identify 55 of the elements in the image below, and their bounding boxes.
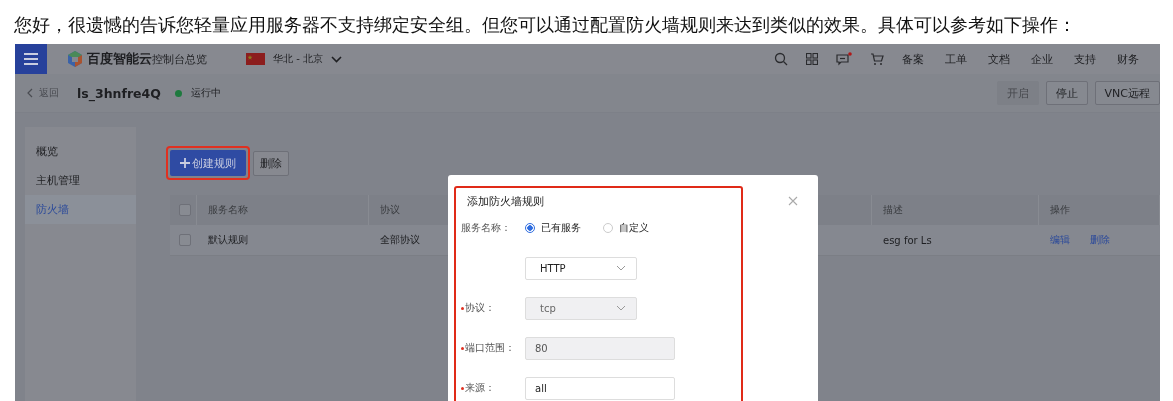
chevron-left-icon (27, 88, 33, 98)
chevron-down-icon (330, 55, 342, 63)
field-label: 服务名称： (461, 221, 511, 235)
message-icon[interactable] (836, 52, 852, 66)
checkbox[interactable] (179, 234, 191, 246)
intro-text: 您好，很遗憾的告诉您轻量应用服务器不支持绑定安全组。但您可以通过配置防火墙规则来达到类似的效果。具体可以参考如下操作： (13, 14, 1077, 37)
sidebar-item[interactable]: 防火墙 (25, 195, 136, 224)
console-link[interactable]: 控制台总览 (152, 51, 207, 67)
menu-icon (23, 52, 39, 66)
sidebar-item[interactable]: 概览 (25, 137, 136, 166)
field-label: 协议： (465, 301, 495, 315)
row-action-link[interactable]: 删除 (1090, 233, 1110, 247)
row-action-link[interactable]: 编辑 (1050, 233, 1070, 247)
action-button[interactable]: VNC远程 (1094, 81, 1160, 105)
column-header: 协议 (380, 203, 400, 217)
column-header: 服务名称 (208, 203, 248, 217)
chevron-down-icon (616, 305, 626, 311)
action-button[interactable]: 停止 (1045, 81, 1088, 105)
radio-option[interactable]: 已有服务 (525, 221, 581, 235)
search-icon[interactable] (774, 52, 788, 66)
table-cell: esg for Ls (883, 234, 932, 246)
checkbox[interactable] (179, 204, 191, 216)
nav-link[interactable]: 工单 (945, 51, 967, 67)
status-text: 运行中 (190, 86, 221, 100)
flag-icon (246, 53, 265, 65)
radio-button[interactable] (525, 223, 535, 233)
plus-icon (180, 158, 190, 168)
column-header: 描述 (883, 203, 903, 217)
dialog-title: 添加防火墙规则 (467, 193, 544, 209)
region-dropdown[interactable]: 华北 - 北京 (273, 52, 342, 66)
field-label: 端口范围： (465, 341, 515, 355)
create-rule-button[interactable]: 创建规则 (170, 150, 246, 176)
nav-link[interactable]: 财务 (1117, 51, 1139, 67)
sidebar-item[interactable]: 主机管理 (25, 166, 136, 195)
column-header: 操作 (1050, 203, 1070, 217)
nav-link[interactable]: 备案 (902, 51, 924, 67)
cart-icon[interactable] (870, 52, 884, 66)
instance-name: ls_3hnfre4Q (77, 85, 161, 101)
select-field[interactable]: HTTP (525, 256, 637, 280)
nav-link[interactable]: 企业 (1031, 51, 1053, 67)
table-cell: 全部协议 (380, 233, 420, 247)
delete-button[interactable]: 删除 (253, 150, 289, 176)
menu-button[interactable] (15, 44, 47, 74)
grid-icon[interactable] (806, 53, 818, 65)
brand-name: 百度智能云 (87, 50, 152, 68)
chevron-down-icon (616, 265, 626, 271)
table-cell: 默认规则 (208, 233, 248, 247)
field-label: 来源： (465, 381, 495, 395)
input-field[interactable]: all (525, 376, 675, 400)
nav-link[interactable]: 支持 (1074, 51, 1096, 67)
logo-icon (66, 50, 84, 68)
close-icon[interactable] (788, 196, 798, 206)
status-dot (174, 89, 182, 97)
radio-option[interactable]: 自定义 (603, 221, 649, 235)
nav-link[interactable]: 文档 (988, 51, 1010, 67)
